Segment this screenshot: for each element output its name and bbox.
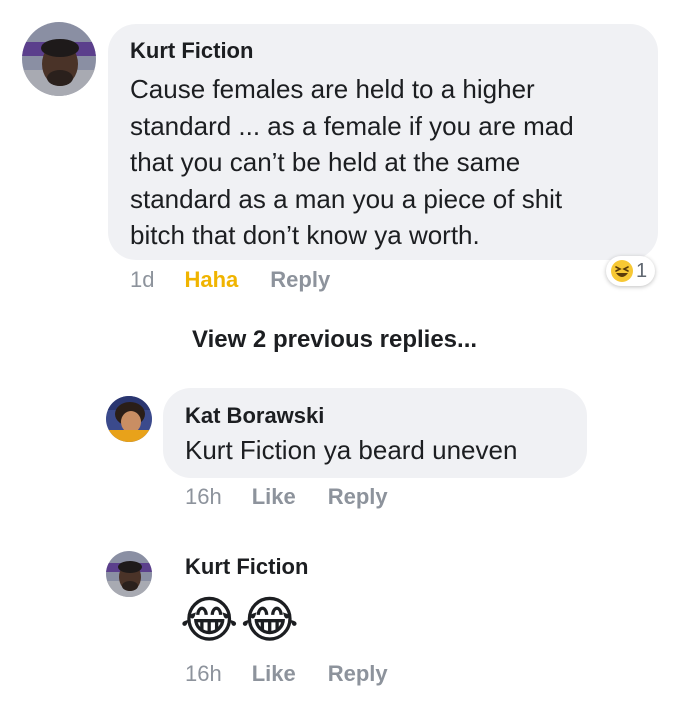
reaction-badge[interactable]: 1	[606, 256, 656, 286]
comment-text-line: bitch that don’t know ya worth.	[130, 220, 480, 250]
comment-bubble: Kurt Fiction Cause females are held to a…	[108, 24, 658, 260]
comment-text-line: standard ... as a female if you are mad	[130, 110, 574, 141]
reply-actions: 16h Like Reply	[185, 661, 388, 687]
person-avatar-icon	[106, 396, 152, 442]
reply-button[interactable]: Reply	[328, 484, 388, 510]
like-button[interactable]: Like	[252, 484, 296, 510]
comment-text: Cause females are held to a higher stand…	[130, 71, 574, 254]
comment-text-line: that you can’t be held at the same	[130, 147, 521, 177]
person-avatar-icon	[22, 22, 96, 96]
tears-of-joy-emoji: 😂	[240, 592, 299, 648]
avatar-kurt-fiction[interactable]	[106, 551, 152, 597]
emoji-message: 😂 😂	[180, 590, 299, 650]
avatar-kurt-fiction[interactable]	[22, 22, 96, 96]
tears-of-joy-emoji: 😂	[180, 592, 239, 648]
like-button[interactable]: Like	[252, 661, 296, 687]
laughing-emoji-icon	[611, 260, 633, 282]
avatar-kat-borawski[interactable]	[106, 396, 152, 442]
reply-actions: 16h Like Reply	[185, 484, 388, 510]
person-avatar-icon	[106, 551, 152, 597]
reply-bubble: Kat Borawski Kurt Fiction ya beard uneve…	[163, 388, 587, 478]
haha-reaction-button[interactable]: Haha	[184, 267, 238, 293]
reply-button[interactable]: Reply	[328, 661, 388, 687]
comment-actions: 1d Haha Reply	[130, 267, 330, 293]
comment-author[interactable]: Kurt Fiction	[130, 38, 253, 64]
reply-timestamp: 16h	[185, 661, 222, 686]
reply-text: Kurt Fiction ya beard uneven	[185, 435, 518, 465]
comment-text-line: Cause females are held to a higher	[130, 74, 535, 104]
reaction-count: 1	[636, 259, 648, 282]
reply-button[interactable]: Reply	[270, 267, 330, 293]
reply-author[interactable]: Kat Borawski	[185, 403, 324, 429]
comment-text-line: standard as a man you a piece of shit	[130, 183, 563, 214]
reply-timestamp: 16h	[185, 484, 222, 509]
view-previous-replies-link[interactable]: View 2 previous replies...	[192, 326, 477, 354]
reply-author[interactable]: Kurt Fiction	[185, 554, 308, 580]
comment-timestamp: 1d	[130, 267, 155, 292]
